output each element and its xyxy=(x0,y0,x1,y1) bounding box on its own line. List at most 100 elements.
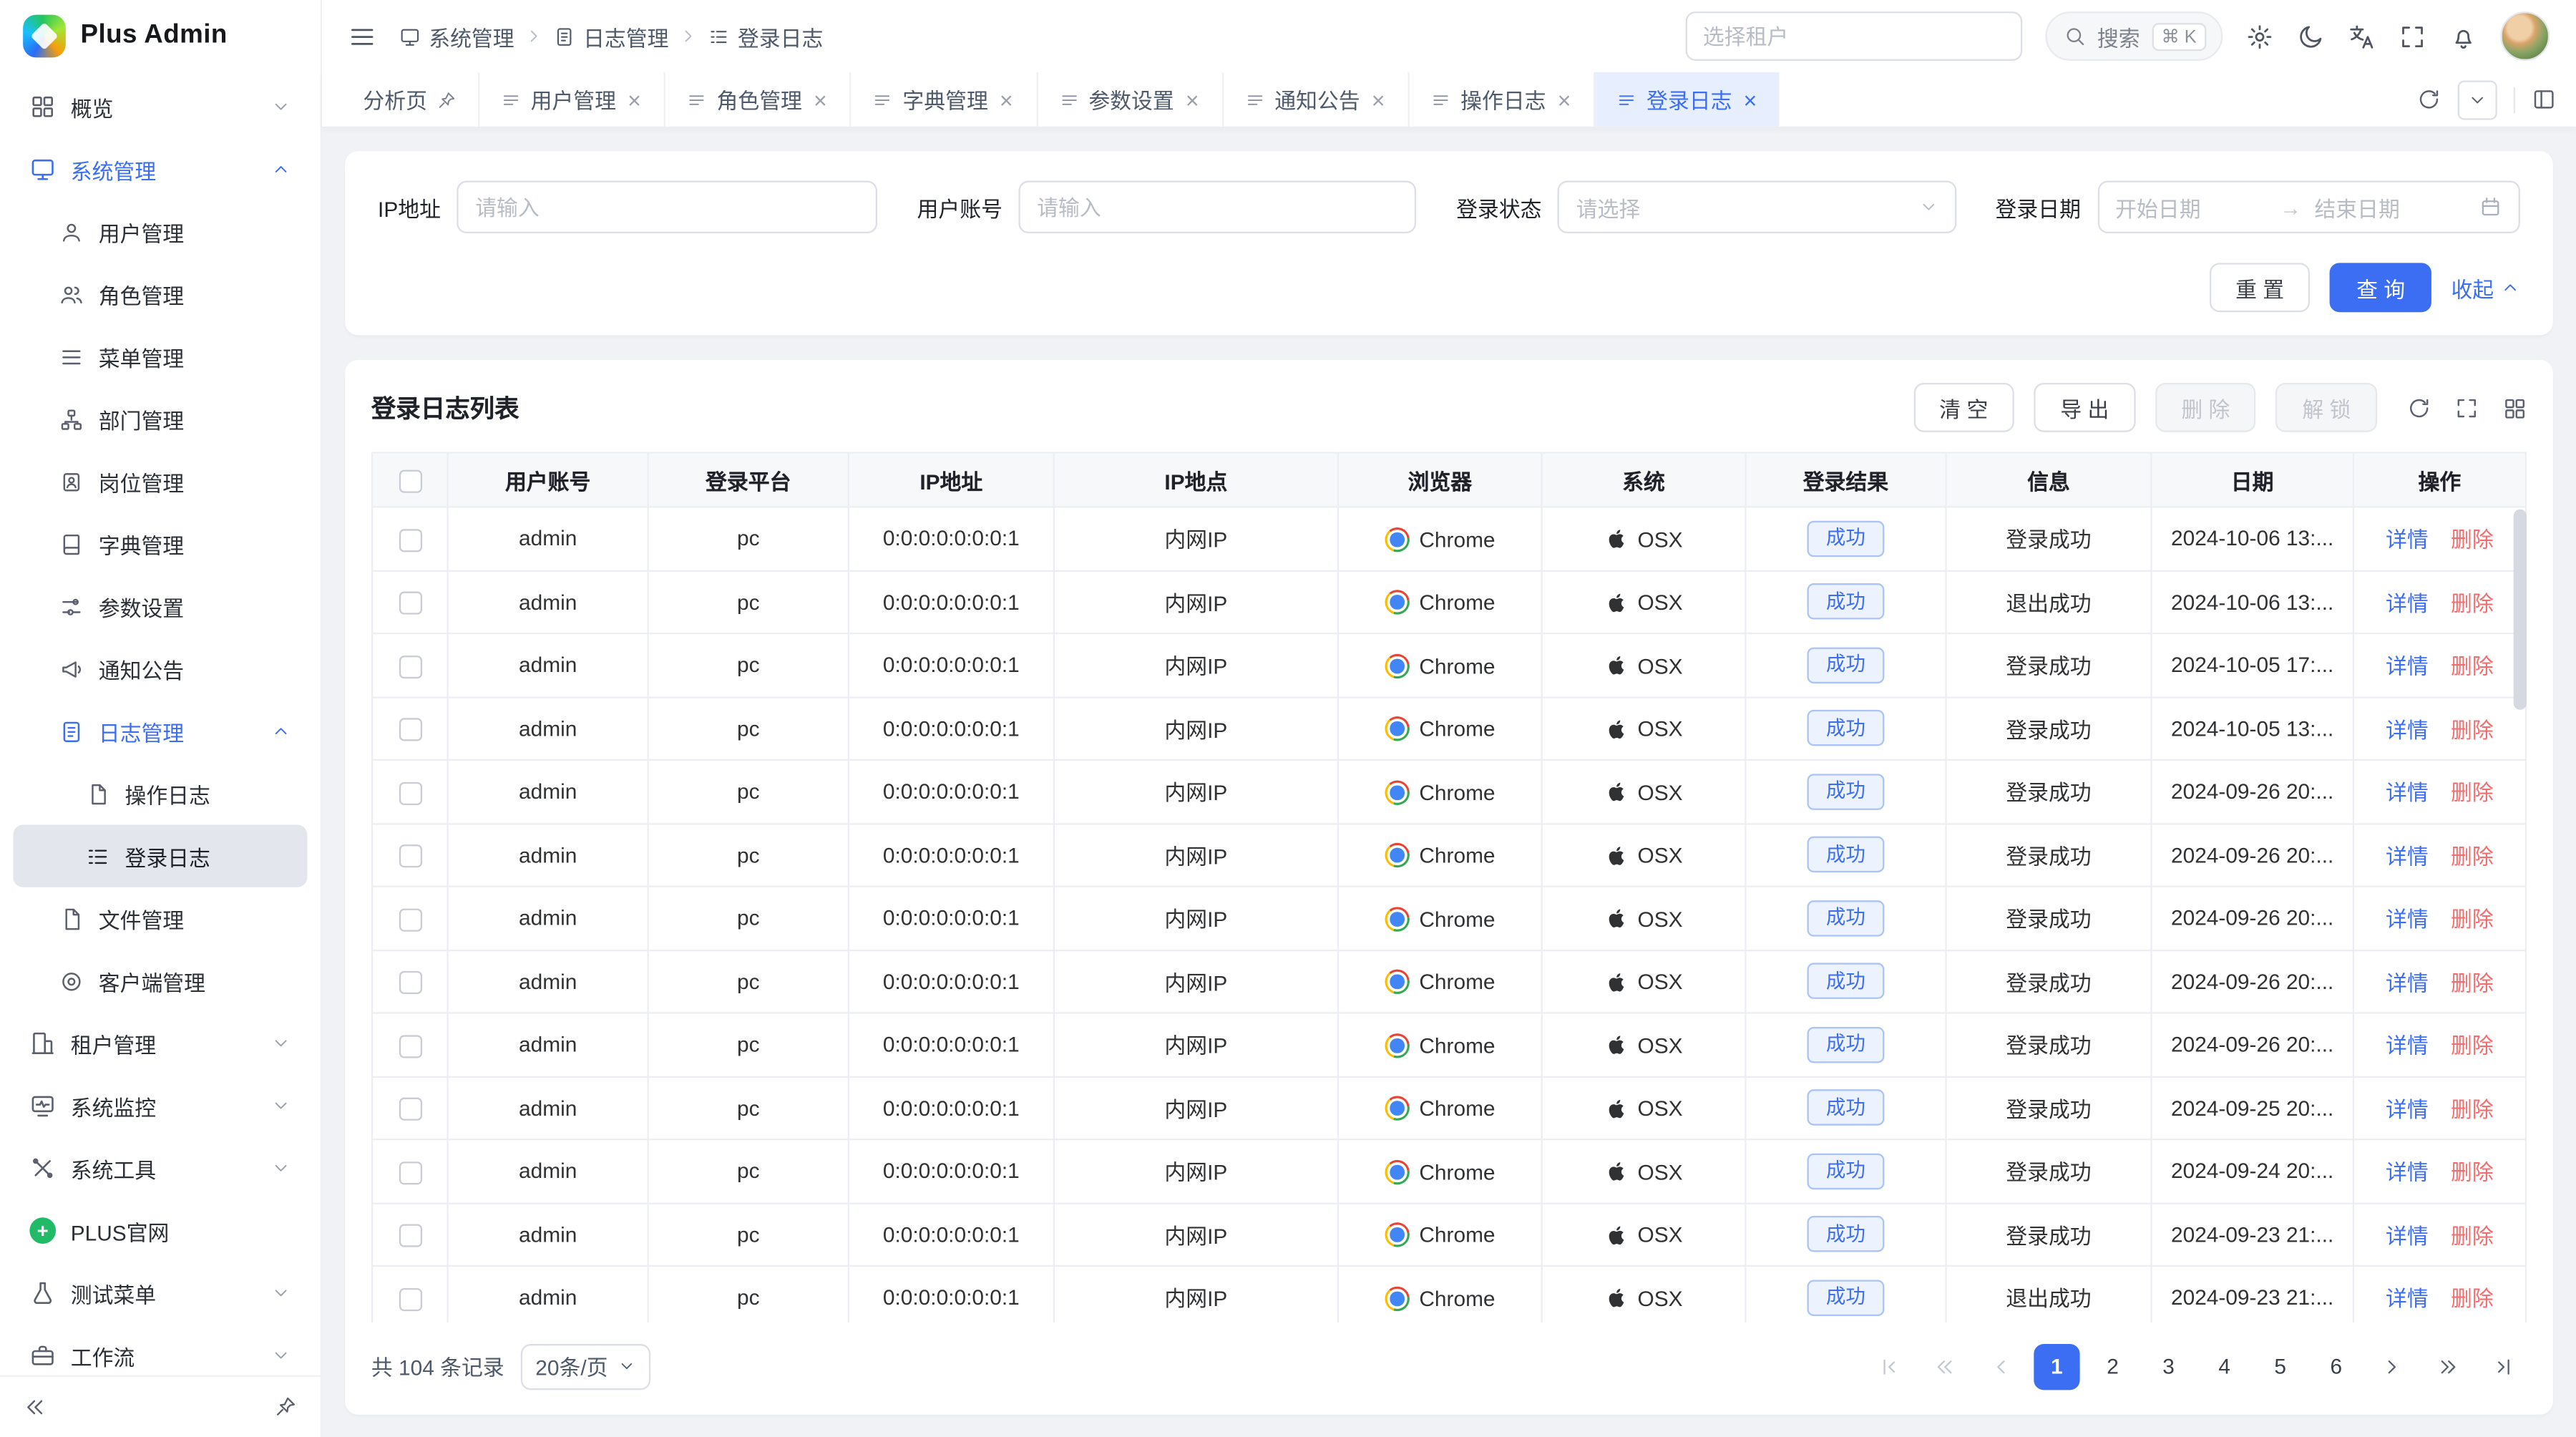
row-checkbox[interactable] xyxy=(399,781,421,804)
row-checkbox[interactable] xyxy=(399,592,421,615)
delete-link[interactable]: 删除 xyxy=(2451,844,2494,869)
delete-link[interactable]: 删除 xyxy=(2451,1287,2494,1311)
prev-page-button[interactable] xyxy=(1978,1343,2024,1389)
sidebar-item-client-mgmt[interactable]: 客户端管理 xyxy=(13,950,307,1012)
collapse-sidebar-icon[interactable] xyxy=(23,1394,47,1418)
fullscreen-icon[interactable] xyxy=(2399,22,2426,50)
sidebar-item-post-mgmt[interactable]: 岗位管理 xyxy=(13,450,307,512)
row-checkbox[interactable] xyxy=(399,971,421,994)
breadcrumb-item-login-log[interactable]: 登录日志 xyxy=(708,21,824,52)
sidebar-item-file-mgmt[interactable]: 文件管理 xyxy=(13,887,307,950)
sidebar-item-system-monitor[interactable]: 系统监控 xyxy=(13,1075,307,1137)
tab-close-icon[interactable]: × xyxy=(1370,88,1386,111)
sidebar-item-menu-mgmt[interactable]: 菜单管理 xyxy=(13,326,307,388)
first-page-button[interactable] xyxy=(1866,1343,1912,1389)
table-scrollbar[interactable] xyxy=(2514,510,2527,710)
detail-link[interactable]: 详情 xyxy=(2386,591,2429,615)
tab-close-icon[interactable]: × xyxy=(812,88,829,111)
detail-link[interactable]: 详情 xyxy=(2386,844,2429,869)
layout-panel-icon[interactable] xyxy=(2532,87,2556,112)
sidebar-item-login-log[interactable]: 登录日志 xyxy=(13,825,307,887)
delete-link[interactable]: 删除 xyxy=(2451,1034,2494,1058)
row-checkbox[interactable] xyxy=(399,1224,421,1247)
row-checkbox[interactable] xyxy=(399,1287,421,1310)
unlock-button[interactable]: 解 锁 xyxy=(2276,383,2377,432)
row-checkbox[interactable] xyxy=(399,1161,421,1184)
reset-button[interactable]: 重 置 xyxy=(2209,263,2310,312)
sidebar-item-test-menu[interactable]: 测试菜单 xyxy=(13,1262,307,1324)
clear-button[interactable]: 清 空 xyxy=(1913,383,2014,432)
sidebar-item-notice[interactable]: 通知公告 xyxy=(13,638,307,700)
tab-close-icon[interactable]: × xyxy=(1742,88,1758,111)
sidebar-item-role-mgmt[interactable]: 角色管理 xyxy=(13,263,307,325)
delete-link[interactable]: 删除 xyxy=(2451,591,2494,615)
row-checkbox[interactable] xyxy=(399,655,421,678)
prev-5-pages-button[interactable] xyxy=(1922,1343,1968,1389)
export-button[interactable]: 导 出 xyxy=(2034,383,2135,432)
translate-icon[interactable] xyxy=(2348,22,2376,50)
sidebar-item-user-mgmt[interactable]: 用户管理 xyxy=(13,200,307,263)
tab[interactable]: 用户管理 × xyxy=(478,72,664,127)
page-number-button[interactable]: 2 xyxy=(2089,1343,2135,1389)
detail-link[interactable]: 详情 xyxy=(2386,1224,2429,1248)
tab[interactable]: 角色管理 × xyxy=(664,72,850,127)
detail-link[interactable]: 详情 xyxy=(2386,1034,2429,1058)
sidebar-item-overview[interactable]: 概览 xyxy=(13,76,307,138)
tab[interactable]: 通知公告 × xyxy=(1222,72,1408,127)
detail-link[interactable]: 详情 xyxy=(2386,1160,2429,1184)
tab-close-icon[interactable]: × xyxy=(626,88,643,111)
account-filter-input[interactable] xyxy=(1019,181,1417,233)
detail-link[interactable]: 详情 xyxy=(2386,781,2429,805)
delete-link[interactable]: 删除 xyxy=(2451,1097,2494,1121)
row-checkbox[interactable] xyxy=(399,908,421,931)
row-checkbox[interactable] xyxy=(399,844,421,867)
delete-link[interactable]: 删除 xyxy=(2451,528,2494,552)
page-number-button[interactable]: 5 xyxy=(2258,1343,2303,1389)
tab-close-icon[interactable]: × xyxy=(1556,88,1572,111)
hamburger-menu-icon[interactable] xyxy=(348,22,376,50)
sidebar-item-workflow[interactable]: 工作流 xyxy=(13,1324,307,1374)
sidebar-item-dept-mgmt[interactable]: 部门管理 xyxy=(13,388,307,450)
sidebar-item-param-settings[interactable]: 参数设置 xyxy=(13,575,307,638)
delete-link[interactable]: 删除 xyxy=(2451,718,2494,742)
page-number-button[interactable]: 1 xyxy=(2034,1343,2079,1389)
delete-button[interactable]: 删 除 xyxy=(2155,383,2256,432)
page-number-button[interactable]: 4 xyxy=(2202,1343,2248,1389)
column-settings-icon[interactable] xyxy=(2502,395,2527,419)
next-5-pages-button[interactable] xyxy=(2425,1343,2471,1389)
page-number-button[interactable]: 6 xyxy=(2313,1343,2359,1389)
delete-link[interactable]: 删除 xyxy=(2451,654,2494,678)
sidebar-item-log-mgmt[interactable]: 日志管理 xyxy=(13,700,307,762)
moon-icon[interactable] xyxy=(2297,22,2325,50)
next-page-button[interactable] xyxy=(2369,1343,2415,1389)
tab[interactable]: 操作日志 × xyxy=(1408,72,1594,127)
pin-icon[interactable] xyxy=(274,1395,297,1418)
refresh-icon[interactable] xyxy=(2406,395,2431,419)
sidebar-item-plus-site[interactable]: + PLUS官网 xyxy=(13,1199,307,1262)
row-checkbox[interactable] xyxy=(399,528,421,551)
tab[interactable]: 字典管理 × xyxy=(850,72,1036,127)
tab[interactable]: 分析页 × xyxy=(342,72,479,127)
status-filter-select[interactable]: 请选择 xyxy=(1558,181,1956,233)
detail-link[interactable]: 详情 xyxy=(2386,528,2429,552)
fullscreen-icon[interactable] xyxy=(2454,395,2479,419)
sidebar-item-system-tools[interactable]: 系统工具 xyxy=(13,1137,307,1199)
detail-link[interactable]: 详情 xyxy=(2386,1097,2429,1121)
refresh-icon[interactable] xyxy=(2416,87,2441,112)
sidebar-item-dict-mgmt[interactable]: 字典管理 xyxy=(13,512,307,575)
tab[interactable]: 登录日志 × xyxy=(1594,72,1780,127)
delete-link[interactable]: 删除 xyxy=(2451,1224,2494,1248)
page-size-select[interactable]: 20条/页 xyxy=(521,1343,651,1389)
tab-close-icon[interactable]: × xyxy=(1184,88,1201,111)
row-checkbox[interactable] xyxy=(399,1098,421,1121)
delete-link[interactable]: 删除 xyxy=(2451,1160,2494,1184)
detail-link[interactable]: 详情 xyxy=(2386,654,2429,678)
tab[interactable]: 参数设置 × xyxy=(1036,72,1222,127)
page-number-button[interactable]: 3 xyxy=(2145,1343,2191,1389)
row-checkbox[interactable] xyxy=(399,1034,421,1057)
detail-link[interactable]: 详情 xyxy=(2386,907,2429,932)
logo-row[interactable]: Plus Admin xyxy=(0,0,321,72)
sidebar-item-operation-log[interactable]: 操作日志 xyxy=(13,762,307,824)
ip-filter-input[interactable] xyxy=(457,181,877,233)
collapse-filters-button[interactable]: 收起 xyxy=(2451,272,2519,303)
